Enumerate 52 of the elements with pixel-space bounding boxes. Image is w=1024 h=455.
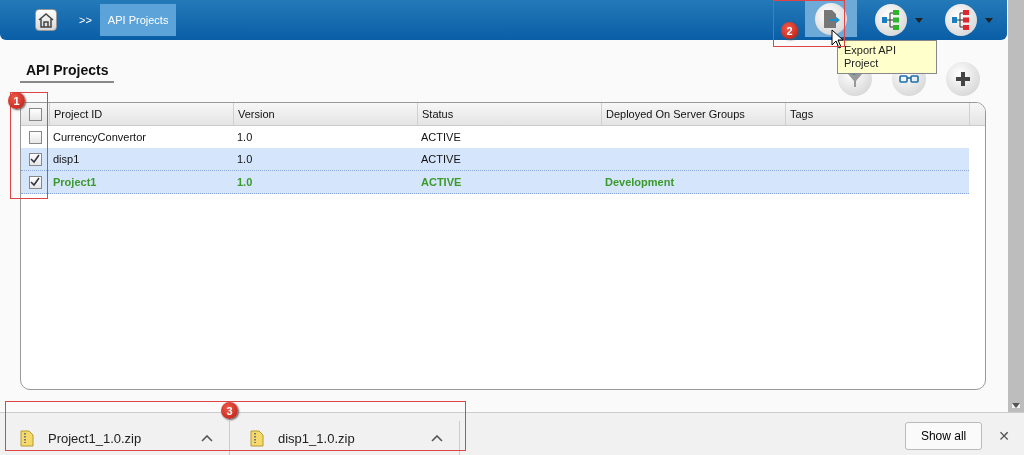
select-all-checkbox[interactable]: [28, 107, 42, 121]
download-item[interactable]: Project1_1.0.zip: [0, 421, 230, 455]
column-header[interactable]: Tags: [785, 103, 969, 125]
caret-icon[interactable]: [915, 17, 923, 23]
step-badge: 3: [221, 402, 238, 419]
home-button[interactable]: [35, 9, 57, 31]
add-button[interactable]: [946, 62, 980, 96]
table-cell: CurrencyConvertor: [53, 131, 146, 143]
chevron-up-icon[interactable]: [431, 434, 443, 442]
chevron-up-icon[interactable]: [201, 434, 213, 442]
tree-button[interactable]: [875, 4, 907, 36]
close-button[interactable]: ✕: [992, 427, 1016, 445]
table-cell: 1.0: [237, 131, 253, 143]
table-cell: ACTIVE: [421, 176, 462, 188]
table-cell: ACTIVE: [421, 153, 461, 165]
tree-button[interactable]: [945, 4, 977, 36]
row-checkbox[interactable]: [28, 152, 42, 166]
file-name: disp1_1.0.zip: [278, 430, 356, 446]
column-header[interactable]: Status: [417, 103, 601, 125]
download-item[interactable]: disp1_1.0.zip: [230, 421, 460, 455]
scrollbar[interactable]: [1008, 0, 1024, 412]
cursor-icon: [831, 29, 845, 49]
highlight-frame: [773, 0, 845, 47]
glasses-icon: [899, 73, 919, 85]
table-cell: 1.0: [237, 176, 253, 188]
home-icon: [37, 12, 55, 28]
zip-file-icon: [20, 429, 34, 447]
tree-icon: [950, 9, 972, 31]
table-row[interactable]: CurrencyConvertor 1.0 ACTIVE: [21, 126, 969, 148]
table-cell: Development: [605, 176, 675, 188]
plus-icon: [955, 71, 971, 87]
table-cell: 1.0: [237, 153, 253, 165]
column-header[interactable]: Project ID: [49, 103, 233, 125]
column-header[interactable]: Deployed On Server Groups: [601, 103, 785, 125]
step-badge: 1: [8, 92, 25, 109]
table-cell: Project1: [53, 176, 97, 188]
page-title: API Projects: [20, 60, 115, 83]
tree-icon: [880, 9, 902, 31]
caret-icon[interactable]: [985, 17, 993, 23]
row-checkbox[interactable]: [28, 130, 42, 144]
table-cell: disp1: [53, 153, 80, 165]
export-button[interactable]: [815, 2, 847, 35]
table-cell: ACTIVE: [421, 131, 461, 143]
breadcrumb-separator: >>: [79, 14, 92, 26]
column-header[interactable]: Version: [233, 103, 417, 125]
tooltip: Export API Project: [837, 40, 937, 74]
show-all-button[interactable]: Show all: [904, 422, 983, 450]
file-name: Project1_1.0.zip: [48, 430, 143, 446]
row-checkbox[interactable]: [28, 175, 42, 189]
table-row[interactable]: disp1 1.0 ACTIVE: [21, 148, 969, 171]
scroll-down-icon[interactable]: [1012, 403, 1020, 408]
zip-file-icon: [250, 429, 264, 447]
